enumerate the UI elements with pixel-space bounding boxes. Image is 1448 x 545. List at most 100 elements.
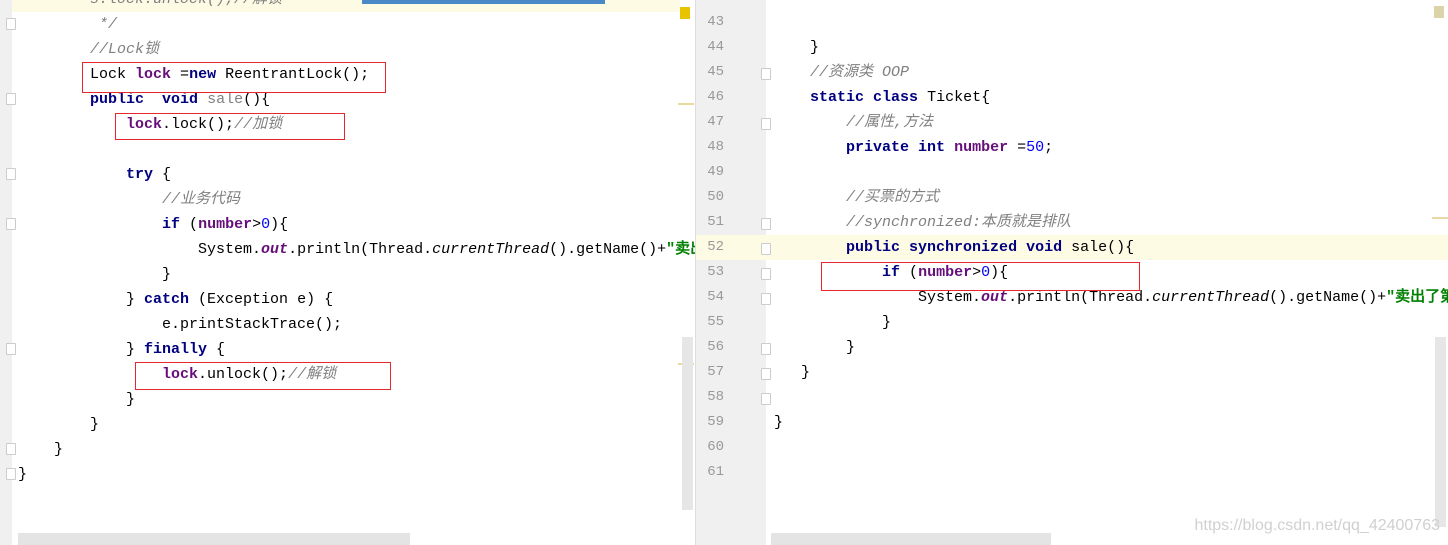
code-line: } bbox=[696, 335, 1448, 360]
code-text: } catch (Exception e) { bbox=[18, 287, 333, 312]
fold-icon[interactable] bbox=[761, 268, 771, 280]
code-text: } bbox=[774, 410, 783, 435]
code-line: } bbox=[696, 360, 1448, 385]
code-token: void bbox=[1026, 239, 1063, 256]
fold-icon[interactable] bbox=[6, 443, 16, 455]
line-number: 59 bbox=[707, 414, 724, 430]
error-stripe-marker[interactable] bbox=[1434, 6, 1444, 18]
line-number: 47 bbox=[707, 114, 724, 130]
code-text: */ bbox=[18, 12, 117, 37]
code-line: //Lock锁 bbox=[0, 37, 695, 62]
code-token: number bbox=[198, 216, 253, 233]
code-text: } bbox=[774, 360, 810, 385]
line-number: 55 bbox=[707, 314, 724, 330]
vertical-scrollbar[interactable] bbox=[1435, 337, 1446, 527]
code-line: public synchronized void sale(){ bbox=[696, 235, 1448, 260]
code-token: } bbox=[18, 466, 28, 483]
code-token: ().getName()+ bbox=[1269, 289, 1387, 306]
fold-icon[interactable] bbox=[6, 168, 16, 180]
code-token: } bbox=[18, 291, 145, 308]
code-text: //synchronized:本质就是排队 bbox=[774, 210, 1071, 235]
code-token: = bbox=[1008, 139, 1027, 156]
code-text: } bbox=[774, 335, 855, 360]
code-token: ( bbox=[180, 216, 199, 233]
fold-icon[interactable] bbox=[761, 243, 771, 255]
code-text: //Lock锁 bbox=[18, 37, 159, 62]
code-line: if (number>0){ bbox=[0, 212, 695, 237]
highlight-box-synchronized-method bbox=[821, 262, 1140, 291]
error-stripe-marker[interactable] bbox=[680, 7, 690, 19]
code-token: } bbox=[18, 266, 172, 283]
vertical-scrollbar[interactable] bbox=[682, 337, 693, 510]
code-token: */ bbox=[18, 16, 118, 33]
code-token: catch bbox=[144, 291, 190, 308]
code-token: System. bbox=[18, 241, 262, 258]
code-line: static class Ticket{ bbox=[696, 85, 1448, 110]
code-text: //业务代码 bbox=[18, 187, 240, 212]
code-token: Ticket{ bbox=[918, 89, 991, 106]
code-token: number bbox=[954, 139, 1009, 156]
code-token: } bbox=[774, 314, 892, 331]
code-line: } bbox=[0, 262, 695, 287]
code-line: //买票的方式 bbox=[696, 185, 1448, 210]
fold-icon[interactable] bbox=[6, 468, 16, 480]
code-line: */ bbox=[0, 12, 695, 37]
code-token: currentThread bbox=[1152, 289, 1270, 306]
fold-icon[interactable] bbox=[761, 293, 771, 305]
fold-icon[interactable] bbox=[6, 18, 16, 30]
code-token: .println(Thread. bbox=[288, 241, 433, 258]
code-token: out bbox=[261, 241, 289, 258]
fold-icon[interactable] bbox=[6, 93, 16, 105]
line-number: 57 bbox=[707, 364, 724, 380]
code-token: { bbox=[207, 341, 226, 358]
code-token: sale bbox=[207, 91, 244, 108]
code-token: { bbox=[153, 166, 172, 183]
code-token: try bbox=[126, 166, 154, 183]
fold-icon[interactable] bbox=[761, 68, 771, 80]
code-line: //资源类 OOP bbox=[696, 60, 1448, 85]
code-token: //synchronized:本质就是排队 bbox=[774, 214, 1072, 231]
code-text: if (number>0){ bbox=[18, 212, 288, 237]
code-token: if bbox=[162, 216, 181, 233]
fold-icon[interactable] bbox=[6, 218, 16, 230]
code-line: lock.lock();//加锁 bbox=[0, 112, 695, 137]
fold-icon[interactable] bbox=[761, 218, 771, 230]
fold-icon[interactable] bbox=[761, 393, 771, 405]
code-line: } bbox=[696, 410, 1448, 435]
line-number: 58 bbox=[707, 389, 724, 405]
code-token: void bbox=[162, 91, 199, 108]
fold-icon[interactable] bbox=[761, 343, 771, 355]
code-line: } finally { bbox=[0, 337, 695, 362]
line-number: 50 bbox=[707, 189, 724, 205]
code-token: } bbox=[774, 364, 811, 381]
fold-icon[interactable] bbox=[761, 368, 771, 380]
fold-icon[interactable] bbox=[761, 118, 771, 130]
code-text: System.out.println(Thread.currentThread(… bbox=[18, 237, 695, 262]
code-line: e.printStackTrace(); bbox=[0, 312, 695, 337]
line-number: 49 bbox=[707, 164, 724, 180]
code-text: private int number =50; bbox=[774, 135, 1053, 160]
code-token: ().getName()+ bbox=[549, 241, 667, 258]
line-number: 52 bbox=[707, 239, 724, 255]
code-line: } bbox=[0, 437, 695, 462]
code-token: } bbox=[774, 339, 856, 356]
code-token: //Lock锁 bbox=[18, 41, 160, 58]
code-line: } bbox=[696, 310, 1448, 335]
right-editor-pane[interactable]: } //资源类 OOP static class Ticket{ //属性,方法… bbox=[695, 0, 1448, 545]
code-token: //资源类 OOP bbox=[774, 64, 910, 81]
code-text: static class Ticket{ bbox=[774, 85, 990, 110]
fold-icon[interactable] bbox=[6, 343, 16, 355]
code-line: try { bbox=[0, 162, 695, 187]
left-editor-pane[interactable]: s.lock.unlock();//解锁 */ //Lock锁 Lock loc… bbox=[0, 0, 695, 545]
horizontal-scrollbar[interactable] bbox=[18, 533, 410, 545]
horizontal-scrollbar[interactable] bbox=[771, 533, 1051, 545]
